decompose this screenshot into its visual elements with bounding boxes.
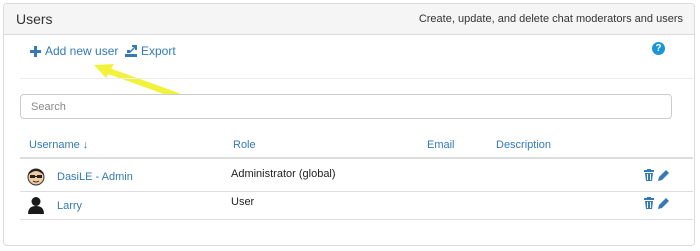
add-new-user-label: Add new user bbox=[45, 44, 119, 58]
edit-pencil-icon[interactable] bbox=[658, 169, 670, 181]
column-header-description[interactable]: Description bbox=[496, 139, 551, 151]
page-title: Users bbox=[16, 11, 53, 27]
user-silhouette-icon bbox=[28, 197, 44, 214]
trash-icon[interactable] bbox=[643, 169, 655, 181]
panel-header: Users Create, update, and delete chat mo… bbox=[4, 4, 694, 35]
username-link[interactable]: DasiLE - Admin bbox=[57, 171, 133, 183]
admin-avatar-icon bbox=[27, 168, 45, 186]
export-icon bbox=[125, 45, 137, 57]
search-input[interactable] bbox=[20, 94, 672, 119]
trash-icon[interactable] bbox=[643, 197, 655, 209]
row-divider bbox=[20, 219, 693, 220]
plus-icon bbox=[30, 45, 41, 57]
column-header-email[interactable]: Email bbox=[427, 139, 455, 151]
role-cell: User bbox=[231, 196, 255, 208]
toolbar-divider bbox=[20, 78, 693, 79]
users-panel: Users Create, update, and delete chat mo… bbox=[3, 3, 695, 246]
column-header-username[interactable]: Username ↓ bbox=[29, 139, 88, 151]
page-subtitle: Create, update, and delete chat moderato… bbox=[418, 13, 683, 25]
table-header-divider bbox=[20, 157, 693, 159]
help-icon[interactable]: ? bbox=[652, 42, 665, 55]
export-label: Export bbox=[141, 44, 176, 58]
row-divider bbox=[20, 191, 693, 192]
edit-pencil-icon[interactable] bbox=[658, 197, 670, 209]
export-button[interactable]: Export bbox=[125, 44, 176, 58]
column-header-role[interactable]: Role bbox=[233, 139, 256, 151]
add-new-user-button[interactable]: Add new user bbox=[30, 44, 118, 58]
role-cell: Administrator (global) bbox=[231, 168, 336, 180]
username-link[interactable]: Larry bbox=[57, 200, 82, 212]
